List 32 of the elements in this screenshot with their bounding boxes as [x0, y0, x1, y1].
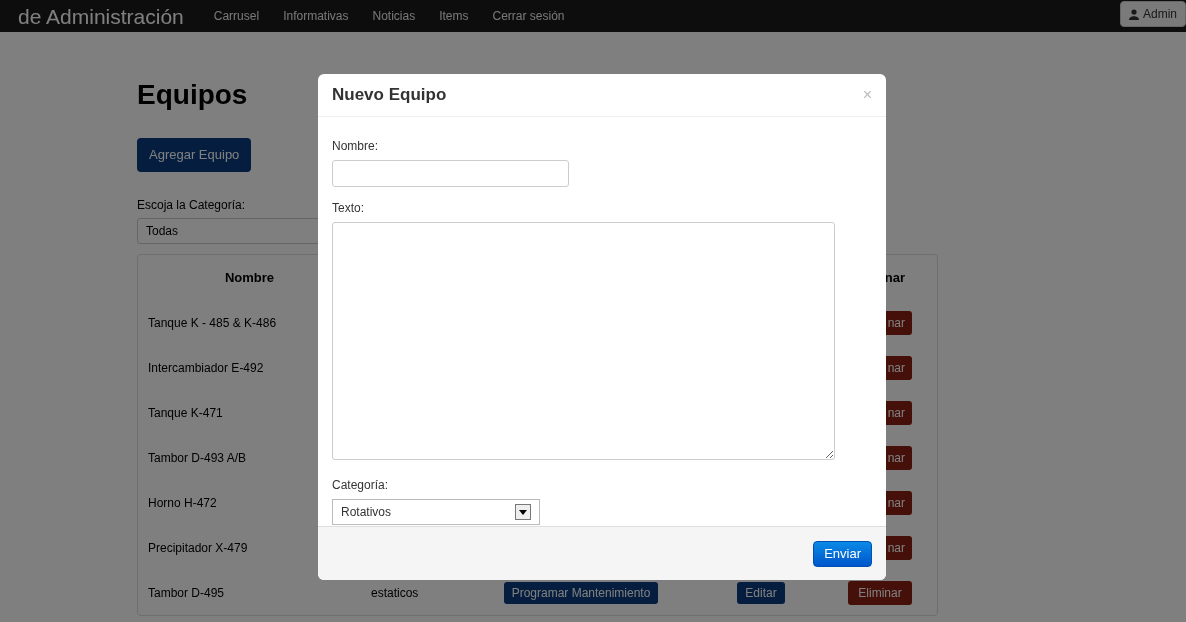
table-cell-text: Horno H-472 — [148, 494, 217, 512]
edit-button[interactable]: Editar — [737, 581, 785, 604]
delete-button[interactable]: Eliminar — [848, 580, 912, 605]
nav-link[interactable]: Cerrar sesión — [492, 7, 565, 25]
table-cell-text: Intercambiador E-492 — [148, 359, 264, 377]
field-label: Texto: — [332, 200, 365, 217]
table-cell-text: estaticos — [371, 584, 419, 602]
column-header: nar — [884, 268, 905, 287]
user-icon — [1129, 8, 1139, 20]
field-label: Categoría: — [332, 477, 390, 494]
select-field[interactable]: Rotativos — [332, 499, 540, 525]
column-header: Nombre — [224, 268, 275, 287]
table-cell-text: Tanque K-471 — [148, 404, 223, 422]
brand-title[interactable]: de Administración — [18, 5, 184, 27]
table-cell-text: Tanque K - 485 & K-486 — [148, 314, 277, 332]
submit-button[interactable]: Enviar — [813, 540, 872, 567]
filter-label: Escoja la Categoría: — [137, 197, 246, 214]
table-cell-text: Precipitador X-479 — [148, 539, 248, 557]
table-cell-text: Tambor D-493 A/B — [148, 449, 247, 467]
page-title: Equipos — [137, 78, 248, 112]
text-area[interactable] — [332, 222, 835, 460]
input-field[interactable] — [332, 160, 569, 187]
nav-link[interactable]: Carrusel — [213, 7, 260, 25]
add-button[interactable]: Agregar Equipo — [137, 138, 252, 172]
nav-link[interactable]: Noticias — [372, 7, 416, 25]
nav-link[interactable]: Items — [439, 7, 469, 25]
user-menu-button[interactable]: Admin — [1120, 1, 1186, 27]
nav-link[interactable]: Informativas — [283, 7, 349, 25]
schedule-button[interactable]: Programar Mantenimiento — [503, 581, 659, 604]
modal-title: Nuevo Equipo — [332, 84, 447, 106]
table-cell-text: Tambor D-495 — [148, 584, 225, 602]
field-label: Nombre: — [332, 138, 379, 155]
